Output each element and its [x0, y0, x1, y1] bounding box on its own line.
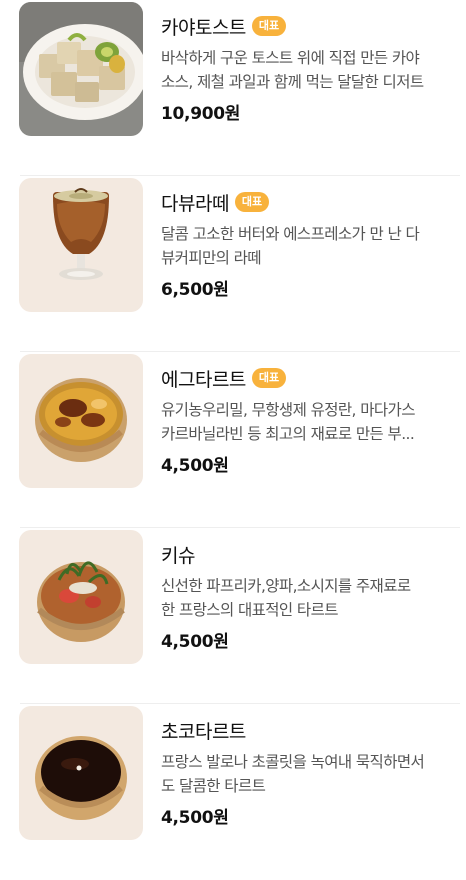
menu-item-info: 카야토스트 대표 바삭하게 구운 토스트 위에 직접 만든 카야 소스, 제철 … — [161, 12, 461, 124]
menu-item-info: 초코타르트 프랑스 발로나 초콜릿을 녹여내 묵직하면서 도 달콤한 타르트 4… — [161, 716, 461, 829]
menu-item-description: 유기농우리밀, 무항생제 유정란, 마다가스 카르바닐라빈 등 최고의 재료로 … — [161, 401, 415, 443]
menu-item-price: 4,500원 — [161, 808, 229, 828]
signature-badge: 대표 — [234, 192, 270, 212]
signature-badge: 대표 — [251, 368, 287, 388]
menu-item-price: 10,900원 — [161, 104, 241, 124]
menu-item-info: 다뷰라떼 대표 달콤 고소한 버터와 에스프레소가 만 난 다 뷰커피만의 라떼… — [161, 188, 461, 300]
menu-item-price: 4,500원 — [161, 632, 229, 652]
menu-item-image[interactable] — [19, 530, 143, 664]
menu-item-image[interactable] — [19, 2, 143, 136]
menu-item-name: 다뷰라떼 — [161, 192, 229, 215]
menu-list: 카야토스트 대표 바삭하게 구운 토스트 위에 직접 만든 카야 소스, 제철 … — [0, 0, 466, 880]
menu-item-name: 키슈 — [161, 544, 195, 567]
menu-item-quiche[interactable]: 키슈 신선한 파프리카,양파,소시지를 주재료로 한 프랑스의 대표적인 타르트… — [0, 528, 466, 704]
choco-tart-image — [19, 706, 143, 840]
menu-item-image[interactable] — [19, 706, 143, 840]
menu-item-kaya-toast[interactable]: 카야토스트 대표 바삭하게 구운 토스트 위에 직접 만든 카야 소스, 제철 … — [0, 0, 466, 176]
menu-item-choco-tart[interactable]: 초코타르트 프랑스 발로나 초콜릿을 녹여내 묵직하면서 도 달콤한 타르트 4… — [0, 704, 466, 880]
menu-item-price: 6,500원 — [161, 280, 229, 300]
menu-item-dabyu-latte[interactable]: 다뷰라떼 대표 달콤 고소한 버터와 에스프레소가 만 난 다 뷰커피만의 라떼… — [0, 176, 466, 352]
menu-item-description: 프랑스 발로나 초콜릿을 녹여내 묵직하면서 도 달콤한 타르트 — [161, 753, 425, 795]
signature-badge: 대표 — [251, 16, 287, 36]
menu-item-info: 에그타르트 대표 유기농우리밀, 무항생제 유정란, 마다가스 카르바닐라빈 등… — [161, 364, 461, 476]
menu-item-image[interactable] — [19, 354, 143, 488]
latte-image — [19, 178, 143, 312]
menu-item-description: 달콤 고소한 버터와 에스프레소가 만 난 다 뷰커피만의 라떼 — [161, 225, 420, 267]
kaya-toast-image — [19, 2, 143, 136]
menu-item-name: 에그타르트 — [161, 368, 246, 391]
menu-item-price: 4,500원 — [161, 456, 229, 476]
menu-item-egg-tart[interactable]: 에그타르트 대표 유기농우리밀, 무항생제 유정란, 마다가스 카르바닐라빈 등… — [0, 352, 466, 528]
menu-item-name: 카야토스트 — [161, 16, 246, 39]
menu-item-info: 키슈 신선한 파프리카,양파,소시지를 주재료로 한 프랑스의 대표적인 타르트… — [161, 540, 461, 653]
menu-item-name: 초코타르트 — [161, 720, 246, 743]
quiche-image — [19, 530, 143, 664]
menu-item-description: 바삭하게 구운 토스트 위에 직접 만든 카야 소스, 제철 과일과 함께 먹는… — [161, 49, 424, 91]
menu-item-description: 신선한 파프리카,양파,소시지를 주재료로 한 프랑스의 대표적인 타르트 — [161, 577, 411, 619]
egg-tart-image — [19, 354, 143, 488]
menu-item-image[interactable] — [19, 178, 143, 312]
